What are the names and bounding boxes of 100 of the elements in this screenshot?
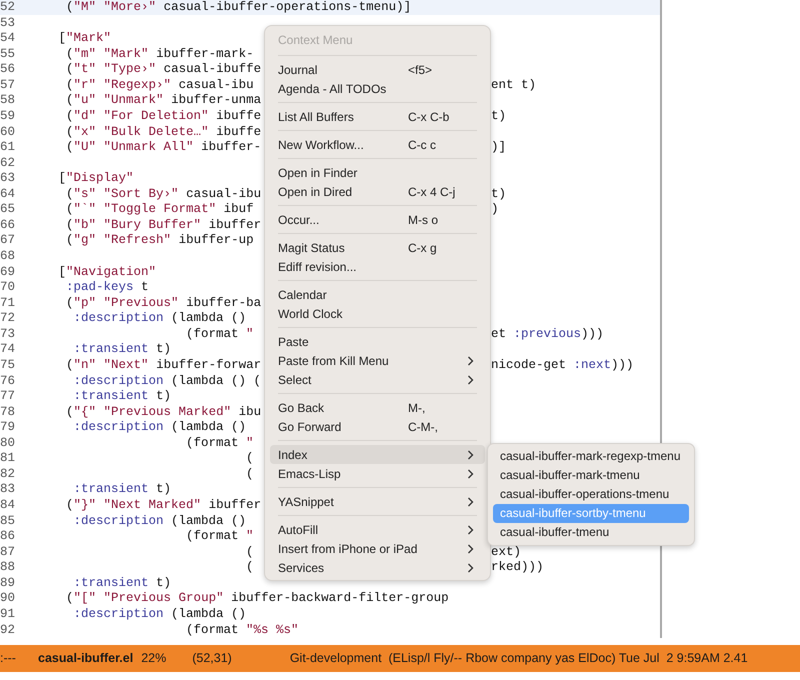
menu-item-label: Ediff revision... [278, 258, 358, 276]
line-number: 68 [0, 249, 16, 264]
line-number: 53 [0, 16, 16, 31]
line-number: 65 [0, 202, 16, 218]
code-fragment: )] [491, 140, 506, 156]
code-fragment: ext) [491, 544, 522, 560]
shortcut-label: C-x C-b [408, 108, 450, 126]
status-text: :--- [0, 650, 17, 668]
menu-item-label: Go Back [278, 400, 326, 416]
menu-item[interactable]: Magit Status C-x g [270, 238, 485, 257]
code-line: ( [245, 560, 254, 576]
line-number: 89 [0, 576, 16, 591]
submenu-item[interactable]: casual-ibuffer-operations-tmenu [493, 485, 689, 504]
code-line: :transient t) [72, 576, 172, 591]
menu-item-label: Open in Dired [278, 184, 354, 200]
line-number: 77 [0, 389, 16, 404]
menu-item-label: Calendar [278, 286, 328, 304]
line-number: 63 [0, 171, 16, 186]
menu-item[interactable]: Select [270, 370, 485, 389]
menu-item[interactable]: New Workflow... C-c c [270, 135, 485, 154]
line-number: 58 [0, 93, 16, 108]
code-line: (format "%s %s" [185, 622, 299, 638]
code-fragment: t) [491, 108, 506, 124]
menu-item[interactable]: Ediff revision... [270, 257, 485, 276]
status-text: (52,31) [192, 650, 232, 668]
code-line: ("}" "Next Marked" ibuffer [65, 498, 262, 513]
code-line: :description (lambda () [72, 311, 246, 326]
shortcut-label: C-x 4 C-j [408, 184, 456, 200]
shortcut-label: <f5> [408, 62, 434, 78]
line-number: 54 [0, 31, 16, 46]
code-line: ("n" "Next" ibuffer-forwar [65, 358, 262, 373]
menu-title: Context Menu [277, 32, 354, 49]
code-line: ("u" "Unmark" ibuffer-unma [65, 93, 262, 108]
code-fragment: rked))) [491, 560, 544, 576]
code-line: ("`" "Toggle Format" ibuf [65, 202, 254, 218]
line-number: 64 [0, 186, 16, 202]
menu-item[interactable]: Calendar [270, 285, 485, 304]
code-line: ("d" "For Deletion" ibuffe [65, 108, 262, 124]
menu-item-label: Magit Status [278, 240, 346, 256]
menu-item[interactable]: Emacs-Lisp [270, 464, 485, 483]
menu-item[interactable]: Open in Finder [270, 163, 485, 182]
code-line: ("g" "Refresh" ibuffer-up [65, 233, 254, 248]
menu-item[interactable]: Index [270, 445, 485, 464]
menu-item[interactable]: AutoFill [270, 520, 485, 539]
code-line: :transient t) [72, 482, 172, 498]
line-number: 82 [0, 466, 16, 482]
menu-item[interactable]: YASnippet [270, 492, 485, 511]
line-number: 86 [0, 529, 16, 544]
menu-item-label: YASnippet [278, 494, 335, 510]
menu-item[interactable]: Services [270, 558, 485, 577]
menu-item[interactable]: Paste [270, 332, 485, 351]
menu-item[interactable]: Open in Dired C-x 4 C-j [270, 182, 485, 201]
menu-item[interactable]: Insert from iPhone or iPad [270, 539, 485, 558]
menu-item-label: Paste from Kill Menu [278, 352, 390, 370]
buffer-name: casual-ibuffer.el [38, 650, 134, 668]
menu-item-label: Emacs-Lisp [278, 466, 342, 482]
shortcut-label: M-s o [408, 212, 439, 228]
status-text: Git-development (ELisp/l Fly/-- Rbow company yas ElDoc) Tue Jul 2 9:59AM 2.41 [290, 650, 748, 668]
menu-item[interactable]: World Clock [270, 304, 485, 323]
line-number: 81 [0, 451, 16, 466]
code-line: ( [245, 451, 254, 466]
menu-item-label: Insert from iPhone or iPad [278, 540, 418, 558]
menu-item[interactable]: Occur... M-s o [270, 210, 485, 229]
menu-item-label: Journal [278, 62, 318, 78]
line-number: 80 [0, 436, 16, 451]
menu-item[interactable]: Agenda - All TODOs [270, 79, 485, 98]
menu-item-label: World Clock [278, 306, 344, 322]
menu-item[interactable]: Journal <f5> [270, 60, 485, 79]
menu-item-label: Select [278, 372, 312, 388]
code-line: ["Navigation" [58, 264, 156, 280]
code-line: ("b" "Bury Buffer" ibuffer [65, 218, 262, 233]
submenu-item[interactable]: casual-ibuffer-mark-tmenu [493, 466, 689, 485]
line-number: 91 [0, 606, 16, 622]
code-line: ("p" "Previous" ibuffer-ba [65, 296, 262, 311]
menu-item[interactable]: Paste from Kill Menu [270, 351, 485, 370]
submenu-item[interactable]: casual-ibuffer-mark-regexp-tmenu [493, 447, 689, 466]
menu-item[interactable]: List All Buffers C-x C-b [270, 107, 485, 126]
code-line: ["Mark" [58, 31, 112, 46]
code-line: (format " [185, 326, 254, 342]
line-number: 76 [0, 374, 16, 388]
line-number: 79 [0, 420, 16, 436]
menu-item[interactable]: Go Forward C-M-, [270, 417, 485, 436]
code-line: ("x" "Bulk Delete…" ibuffe [65, 124, 262, 140]
shortcut-label: C-c c [408, 136, 437, 154]
code-line: ("m" "Mark" ibuffer-mark- [65, 46, 254, 62]
status-text: 22% [141, 650, 166, 668]
line-number: 73 [0, 326, 16, 342]
menu-item-label: List All Buffers [278, 108, 355, 126]
line-number: 66 [0, 218, 16, 233]
submenu-item[interactable]: casual-ibuffer-tmenu [493, 523, 689, 542]
line-number: 60 [0, 124, 16, 140]
line-number: 84 [0, 498, 16, 513]
code-line: (format " [185, 436, 254, 451]
line-number: 78 [0, 404, 16, 420]
code-line: :description (lambda () ( [72, 374, 262, 388]
menu-item[interactable]: Go Back M-, [270, 398, 485, 417]
line-number: 61 [0, 140, 16, 156]
code-fragment: ) [491, 202, 499, 218]
code-line: :description (lambda () [72, 420, 246, 436]
line-number: 71 [0, 296, 16, 311]
